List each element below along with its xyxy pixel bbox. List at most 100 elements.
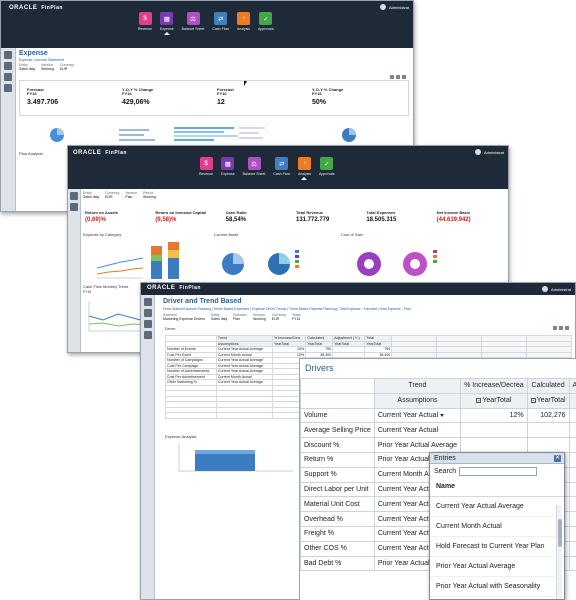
pov-item[interactable]: Currency EUR bbox=[60, 63, 74, 71]
list-item[interactable]: Prior Year Actual Average bbox=[430, 557, 564, 577]
nav-analysis[interactable]: ◔ Analysis bbox=[237, 12, 250, 35]
pov-value: EUR bbox=[105, 195, 113, 199]
row-label: Direct Labor per Unit bbox=[300, 481, 375, 498]
search-input[interactable] bbox=[459, 467, 538, 476]
pct-cell[interactable] bbox=[460, 422, 528, 439]
nav-balance-sheet[interactable]: ⚖ Balance Sheet bbox=[243, 157, 265, 180]
refresh-icon[interactable] bbox=[390, 75, 394, 79]
adj-cell[interactable] bbox=[568, 451, 576, 468]
user-name: Administrat bbox=[550, 286, 571, 292]
table-icon[interactable] bbox=[4, 62, 12, 70]
pov-item[interactable]: Years FY16 bbox=[292, 313, 301, 321]
nav-analysis[interactable]: ◔ Analysis bbox=[298, 157, 311, 180]
hierarchy-icon[interactable] bbox=[4, 84, 12, 92]
adj-cell[interactable] bbox=[568, 466, 576, 483]
plan-analysis-label: Plan Analysis bbox=[19, 151, 43, 156]
list-item[interactable]: Current Year Actual Average bbox=[430, 497, 564, 517]
kpi-tile: Forecast FY16 12 bbox=[217, 87, 312, 106]
nav-revenue[interactable]: $ Revenue bbox=[138, 12, 152, 35]
adj-cell[interactable] bbox=[568, 437, 576, 453]
adj-cell[interactable] bbox=[568, 511, 576, 527]
fy-select[interactable]: FY16 bbox=[83, 290, 91, 294]
pencil-icon[interactable] bbox=[4, 73, 12, 81]
export-icon[interactable] bbox=[396, 75, 400, 79]
tab-expense[interactable]: Expense bbox=[19, 58, 33, 62]
pov-item[interactable]: Currency EUR bbox=[272, 313, 286, 321]
pct-cell[interactable] bbox=[460, 437, 528, 453]
app-name: FinPlan bbox=[41, 5, 63, 11]
row-label: Other COS % bbox=[300, 540, 375, 557]
maximize-icon[interactable] bbox=[565, 326, 569, 330]
trend-dropdown[interactable]: Current Year Actual bbox=[373, 407, 462, 424]
scroll-thumb[interactable] bbox=[557, 519, 562, 547]
pov-item[interactable]: Version Plan bbox=[125, 191, 137, 199]
nav-cash-flow[interactable]: ⇄ Cash Flow bbox=[212, 12, 229, 35]
selected-indicator bbox=[301, 177, 308, 180]
nav-approvals[interactable]: ✓ Approvals bbox=[319, 157, 335, 180]
adj-cell[interactable] bbox=[568, 481, 576, 498]
chart-icon[interactable] bbox=[143, 298, 152, 306]
adj-cell[interactable] bbox=[568, 525, 576, 542]
pov-item[interactable]: Version Working bbox=[41, 63, 54, 71]
export-icon[interactable] bbox=[559, 326, 563, 330]
row-label: Overhead % bbox=[300, 511, 375, 527]
nav-revenue[interactable]: $ Revenue bbox=[199, 157, 213, 180]
adj-cell[interactable] bbox=[568, 496, 576, 513]
user-menu[interactable]: Administrat bbox=[541, 286, 571, 292]
kpi-value: (0,69)% bbox=[85, 217, 107, 224]
table-icon[interactable] bbox=[143, 309, 152, 317]
driver-section-label: Driver bbox=[165, 326, 176, 331]
nav-balance-sheet[interactable]: ⚖ Balance Sheet bbox=[182, 12, 204, 35]
kpi-label: Cash Ratio bbox=[225, 210, 247, 215]
pov-item[interactable]: Version Working bbox=[253, 313, 266, 321]
header-assumptions: Assumptions bbox=[373, 392, 462, 409]
expand-icon[interactable]: + bbox=[476, 397, 482, 403]
header-trend: Trend bbox=[373, 378, 462, 394]
page-title: Driver and Trend Based bbox=[163, 298, 242, 305]
nav-expense[interactable]: ▦ Expense bbox=[160, 12, 174, 35]
adj-cell[interactable] bbox=[568, 555, 576, 572]
list-item[interactable]: Current Month Actual bbox=[430, 517, 564, 537]
table-row: Trend% Increase/DecreaCalculatedAdjustme… bbox=[300, 378, 576, 394]
nav-approvals[interactable]: ✓ Approvals bbox=[258, 12, 274, 35]
table-icon[interactable] bbox=[70, 203, 78, 211]
nav-cash-flow[interactable]: ⇄ Cash Flow bbox=[273, 157, 290, 180]
pov-item[interactable]: Period Working bbox=[143, 191, 156, 199]
expense-analysis-chart bbox=[165, 441, 295, 475]
kpi-value: (44.619.942) bbox=[436, 217, 471, 224]
hierarchy-icon[interactable] bbox=[143, 331, 152, 339]
entries-title: Entries bbox=[434, 455, 456, 462]
subtabs[interactable]: Driver Based Expense Planning | Driver B… bbox=[163, 307, 411, 311]
entries-scrollbar[interactable] bbox=[556, 505, 562, 599]
kpi-value: 58,54% bbox=[225, 217, 247, 224]
adj-cell[interactable] bbox=[568, 422, 576, 439]
trend-cell[interactable]: Current Year Actual bbox=[373, 422, 462, 439]
chevron-down-icon[interactable] bbox=[440, 413, 445, 417]
expand-icon[interactable]: + bbox=[530, 397, 536, 403]
header-calc: Calculated bbox=[526, 378, 570, 394]
row-label: Volume bbox=[300, 407, 375, 424]
trend-cell[interactable]: Prior Year Actual Average bbox=[373, 437, 462, 453]
close-icon[interactable]: ✕ bbox=[554, 455, 561, 462]
chart-icon[interactable] bbox=[4, 51, 12, 59]
pov-item[interactable]: Scenario Marketing Expense Drivers bbox=[163, 313, 205, 321]
settings-icon[interactable] bbox=[553, 326, 557, 330]
maximize-icon[interactable] bbox=[402, 75, 406, 79]
expense-analysis-svg bbox=[178, 443, 293, 472]
list-item[interactable]: Prior Year Actual with Seasonality bbox=[430, 577, 564, 597]
pct-cell[interactable]: 12% bbox=[460, 407, 528, 424]
pencil-icon[interactable] bbox=[143, 320, 152, 328]
user-menu[interactable]: Administrat bbox=[474, 149, 504, 155]
tab-income-statement[interactable]: Income Statement bbox=[36, 58, 64, 62]
list-item[interactable]: Hold Forecast to Current Year Plan bbox=[430, 537, 564, 557]
adj-cell[interactable]: 1,0 bbox=[568, 407, 576, 424]
chart-icon[interactable] bbox=[70, 192, 78, 200]
pov-item[interactable]: Scenario Plan bbox=[233, 313, 247, 321]
pov-item[interactable]: Entity Sales Italy bbox=[83, 191, 99, 199]
nav-expense[interactable]: ▦ Expense bbox=[221, 157, 235, 180]
pov-item[interactable]: Entity Sales Italy bbox=[19, 63, 35, 71]
pov-item[interactable]: Entity Sales Italy bbox=[211, 313, 227, 321]
adj-cell[interactable] bbox=[568, 540, 576, 557]
pov-item[interactable]: Currency EUR bbox=[105, 191, 119, 199]
user-menu[interactable]: Administrat bbox=[379, 4, 409, 10]
